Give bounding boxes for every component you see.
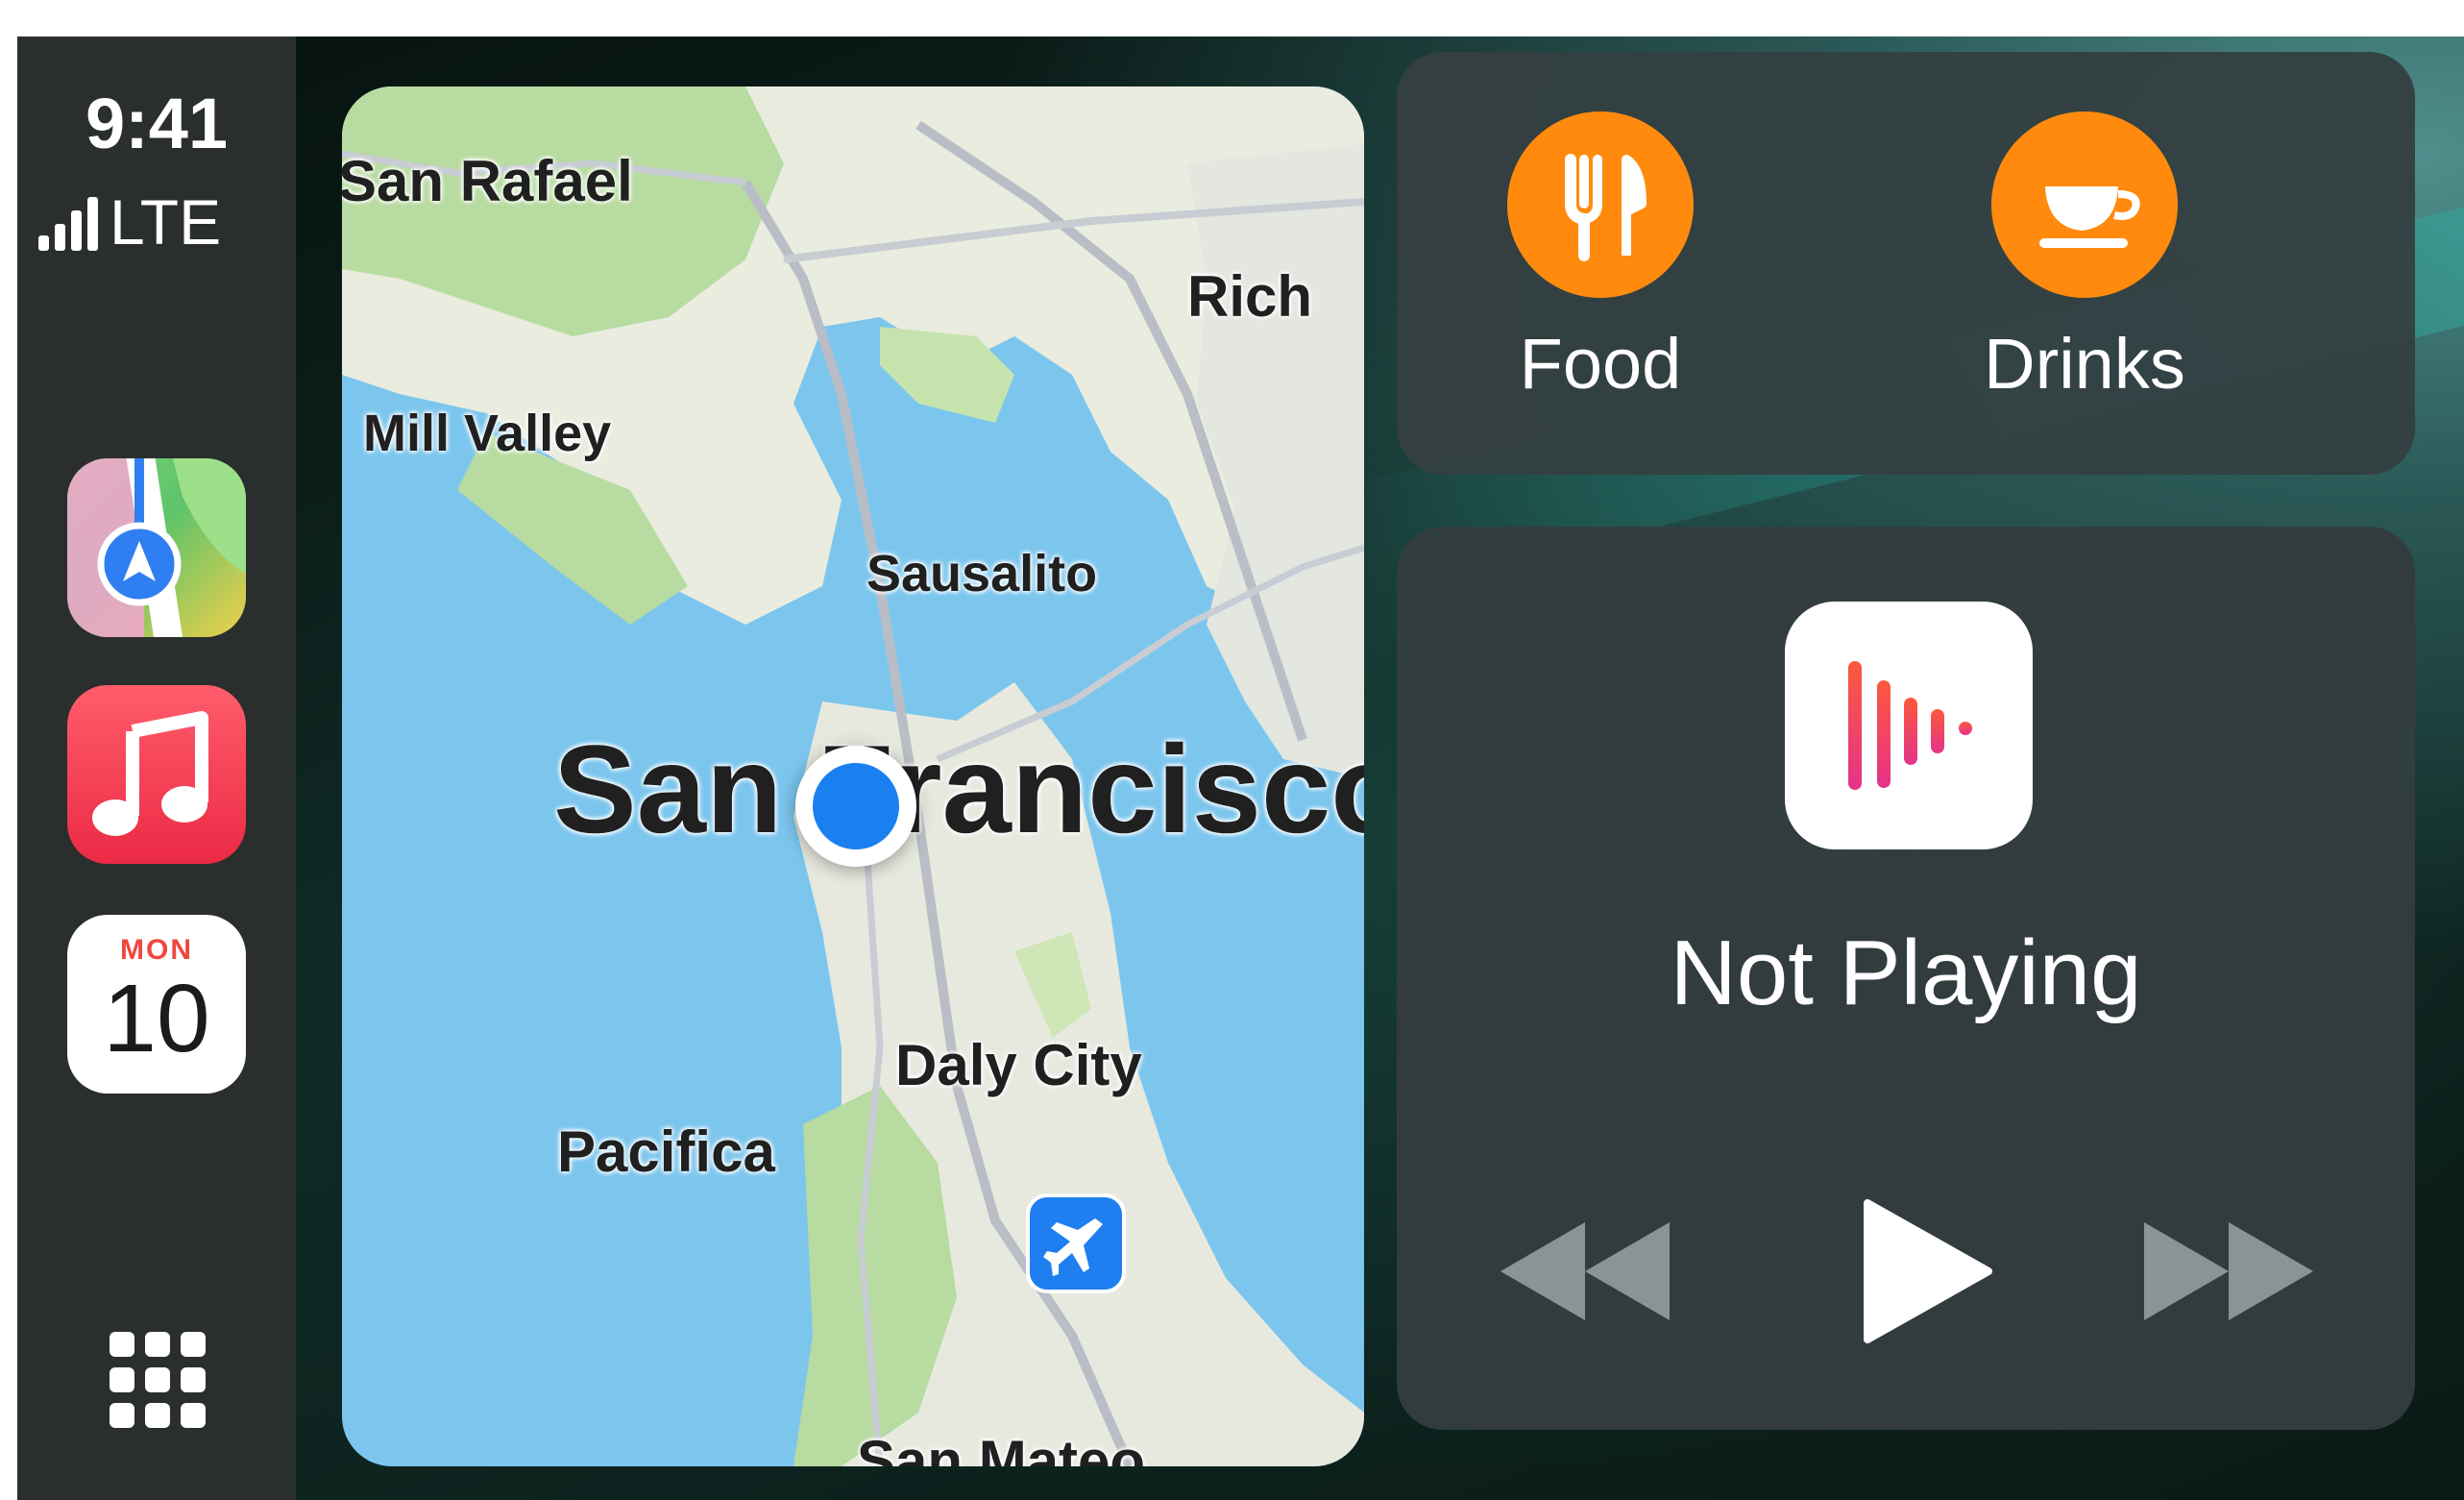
fork-knife-icon	[1507, 111, 1694, 298]
map-view[interactable]: San Rafael Rich Mill Valley Sausalito Sa…	[342, 86, 1364, 1466]
poi-drinks-button[interactable]: Drinks	[1912, 111, 2257, 405]
current-location-dot	[795, 746, 916, 867]
rewind-icon[interactable]	[1497, 1199, 1679, 1343]
label-san-mateo: San Mateo	[857, 1429, 1146, 1466]
label-san-francisco: San Francisco	[553, 719, 1364, 859]
airplane-glyph	[1043, 1218, 1103, 1276]
label-san-rafael: San Rafael	[342, 149, 633, 213]
label-daly-city: Daly City	[895, 1033, 1142, 1097]
now-playing-title: Not Playing	[1670, 922, 2142, 1024]
fast-forward-icon[interactable]	[2138, 1199, 2321, 1343]
poi-food-label: Food	[1519, 324, 1682, 404]
poi-food-button[interactable]: Food	[1427, 111, 1773, 405]
coffee-cup-icon	[1991, 111, 2178, 298]
label-pacifica: Pacifica	[557, 1119, 775, 1184]
label-mill-valley: Mill Valley	[363, 405, 612, 462]
label-sausalito: Sausalito	[866, 545, 1098, 602]
airplane-icon[interactable]	[1026, 1193, 1126, 1293]
poi-drinks-label: Drinks	[1984, 324, 2185, 404]
podcasts-icon	[1785, 602, 2033, 849]
label-richmond: Rich	[1187, 264, 1313, 329]
play-icon[interactable]	[1856, 1199, 2000, 1343]
